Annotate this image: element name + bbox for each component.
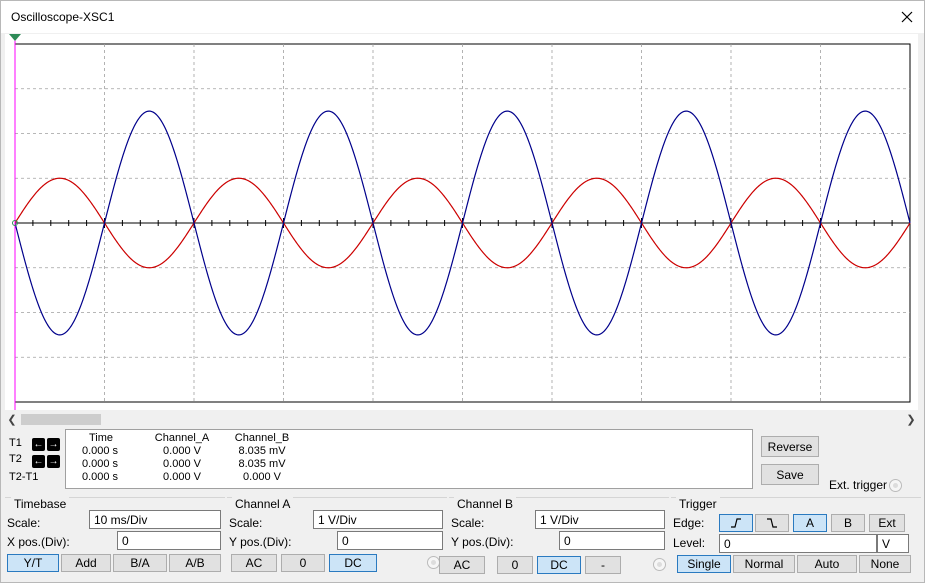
channel-a-ypos-label: Y pos.(Div): <box>229 535 292 549</box>
t2-left-arrow-icon[interactable]: ← <box>32 455 45 468</box>
timebase-title: Timebase <box>11 497 70 511</box>
channel-a-zero-button[interactable]: 0 <box>281 554 325 572</box>
readout-table: Time Channel_A Channel_B 0.000 s 0.000 V… <box>65 429 753 489</box>
ext-trigger-radio[interactable] <box>889 479 902 492</box>
trigger-source-b-button[interactable]: B <box>831 514 865 532</box>
timebase-scale-label: Scale: <box>7 516 41 530</box>
horizontal-scrollbar[interactable]: ❮ ❯ <box>5 411 918 428</box>
waveform-display <box>9 34 911 410</box>
cursor-label-t1: T1 <box>9 437 22 449</box>
cell-t1-a: 0.000 V <box>163 445 201 457</box>
cell-t2-b: 8.035 mV <box>238 458 286 470</box>
channel-b-ypos-label: Y pos.(Div): <box>451 535 514 549</box>
close-icon <box>901 11 913 23</box>
falling-edge-button[interactable] <box>755 514 789 532</box>
t2-right-arrow-icon[interactable]: → <box>47 455 60 468</box>
level-unit-field[interactable]: V <box>877 534 909 553</box>
ext-trigger-label: Ext. trigger <box>829 478 888 492</box>
trigger-source-a-button[interactable]: A <box>793 514 827 532</box>
scroll-right-icon[interactable]: ❯ <box>904 411 918 428</box>
mode-add-button[interactable]: Add <box>61 554 111 572</box>
channel-a-panel: Channel A Scale: 1 V/Div Y pos.(Div): 0 … <box>227 497 447 577</box>
channel-b-ypos-field[interactable]: 0 <box>559 531 665 550</box>
trigger-normal-button[interactable]: Normal <box>733 555 795 573</box>
oscilloscope-window: Oscilloscope-XSC1 ❮ ❯ T1 ← → T2 ← → T2-T… <box>0 0 925 583</box>
header-channel-b: Channel_B <box>234 432 290 444</box>
channel-a-title: Channel A <box>232 497 294 511</box>
cell-t2-a: 0.000 V <box>163 458 201 470</box>
channel-b-scale-label: Scale: <box>451 516 485 530</box>
channel-a-scale-field[interactable]: 1 V/Div <box>313 510 443 529</box>
title-bar: Oscilloscope-XSC1 <box>1 1 924 33</box>
cell-t1-b: 8.035 mV <box>238 445 286 457</box>
scroll-thumb[interactable] <box>21 414 101 425</box>
cell-diff-time: 0.000 s <box>81 471 119 483</box>
channel-a-dc-button[interactable]: DC <box>329 554 377 572</box>
trigger-panel: Trigger Edge: A B Ext Level: 0 V Single … <box>671 497 921 577</box>
channel-b-minus-button[interactable]: - <box>585 556 621 574</box>
edge-label: Edge: <box>673 516 705 530</box>
xpos-field[interactable]: 0 <box>117 531 221 550</box>
cursor-row-t1: T1 <box>9 437 22 451</box>
cursor-row-diff: T2-T1 <box>9 471 38 485</box>
cursor-label-t2: T2 <box>9 453 22 465</box>
timebase-scale-field[interactable]: 10 ms/Div <box>89 510 221 529</box>
cursor-labels: T1 ← → T2 ← → T2-T1 <box>5 429 65 489</box>
channel-b-radio[interactable] <box>653 558 666 571</box>
t1-right-arrow-icon[interactable]: → <box>47 438 60 451</box>
reverse-button[interactable]: Reverse <box>761 436 819 457</box>
level-label: Level: <box>673 536 706 550</box>
cell-t1-time: 0.000 s <box>81 445 119 457</box>
mode-yt-button[interactable]: Y/T <box>7 554 59 572</box>
channel-a-ac-button[interactable]: AC <box>231 554 277 572</box>
cursor-row-t2: T2 <box>9 453 22 467</box>
cell-t2-time: 0.000 s <box>81 458 119 470</box>
cursor-t1-marker-icon <box>9 34 21 41</box>
header-channel-a: Channel_A <box>154 432 210 444</box>
window-title: Oscilloscope-XSC1 <box>11 10 115 24</box>
trigger-single-button[interactable]: Single <box>677 555 731 573</box>
trigger-title: Trigger <box>676 497 720 511</box>
save-button[interactable]: Save <box>761 464 819 485</box>
mode-ba-button[interactable]: B/A <box>113 554 167 572</box>
rising-edge-button[interactable] <box>719 514 753 532</box>
cursor-readout: T1 ← → T2 ← → T2-T1 Time Channel_A Chann… <box>5 429 753 489</box>
trigger-none-button[interactable]: None <box>859 555 911 573</box>
channel-b-zero-button[interactable]: 0 <box>497 556 533 574</box>
channel-a-scale-label: Scale: <box>229 516 263 530</box>
t1-left-arrow-icon[interactable]: ← <box>32 438 45 451</box>
channel-b-title: Channel B <box>454 497 517 511</box>
mode-ab-button[interactable]: A/B <box>169 554 221 572</box>
trigger-auto-button[interactable]: Auto <box>797 555 857 573</box>
cell-diff-a: 0.000 V <box>163 471 201 483</box>
close-button[interactable] <box>890 1 924 33</box>
cursor-label-diff: T2-T1 <box>9 471 39 483</box>
channel-b-scale-field[interactable]: 1 V/Div <box>535 510 665 529</box>
channel-b-ac-button[interactable]: AC <box>439 556 485 574</box>
falling-edge-icon <box>767 518 777 528</box>
timebase-panel: Timebase Scale: 10 ms/Div X pos.(Div): 0… <box>5 497 225 577</box>
scroll-left-icon[interactable]: ❮ <box>5 411 19 428</box>
rising-edge-icon <box>731 518 741 528</box>
xpos-label: X pos.(Div): <box>7 535 70 549</box>
oscilloscope-screen <box>5 34 918 410</box>
trigger-source-ext-button[interactable]: Ext <box>869 514 905 532</box>
cell-diff-b: 0.000 V <box>243 471 281 483</box>
channel-b-panel: Channel B Scale: 1 V/Div Y pos.(Div): 0 … <box>439 497 669 577</box>
channel-b-dc-button[interactable]: DC <box>537 556 581 574</box>
channel-a-ypos-field[interactable]: 0 <box>337 531 443 550</box>
level-field[interactable]: 0 <box>719 534 877 553</box>
header-time: Time <box>88 432 114 444</box>
